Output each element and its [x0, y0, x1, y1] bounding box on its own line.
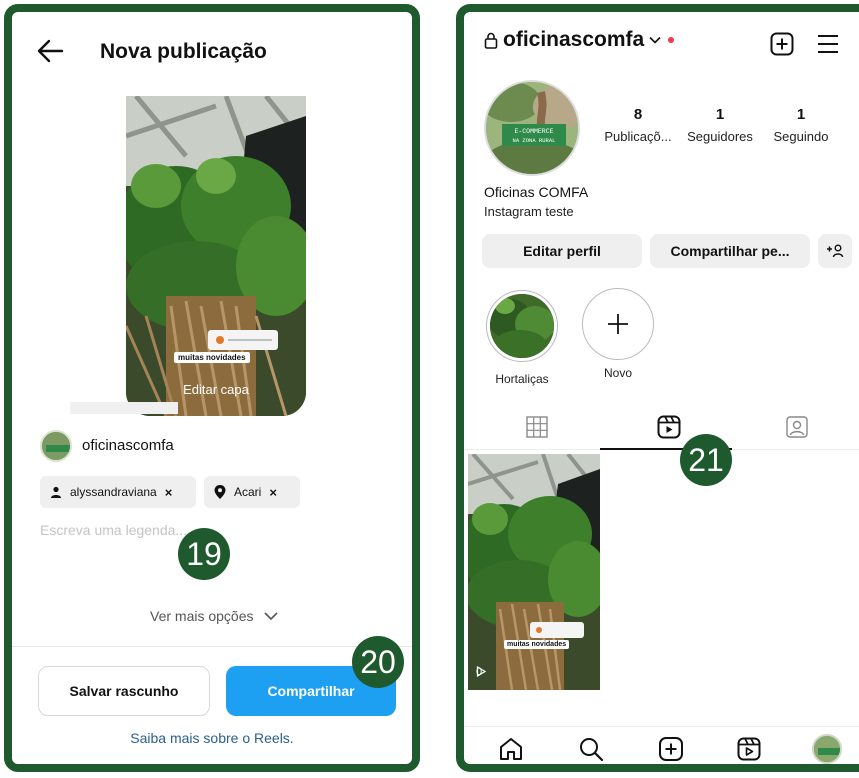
caption-input[interactable]: Escreva uma legenda...	[40, 522, 187, 538]
profile-username: oficinascomfa	[503, 28, 645, 51]
step-badge: 20	[352, 636, 404, 688]
stat-followers[interactable]: 1 Seguidores	[680, 106, 760, 144]
reel-sticker-text: muitas novidades	[504, 640, 570, 649]
arrow-left-icon[interactable]	[32, 34, 68, 68]
location-label: Acari	[234, 485, 262, 499]
plus-icon	[608, 314, 628, 334]
profile-name: Oficinas COMFA	[484, 184, 589, 200]
search-icon[interactable]	[578, 736, 604, 762]
cover-photo	[126, 96, 306, 416]
new-highlight[interactable]: Novo	[578, 288, 658, 380]
share-profile-button[interactable]: Compartilhar pe...	[650, 234, 810, 268]
reels-info-link[interactable]: Saiba mais sobre o Reels.	[12, 730, 412, 746]
cover-sticker	[208, 330, 278, 350]
home-icon[interactable]	[498, 736, 524, 762]
stat-label: Seguidores	[687, 129, 753, 144]
profile-tab-avatar[interactable]	[812, 734, 842, 764]
reel-view-count: 0	[476, 666, 486, 678]
step-badge: 21	[680, 434, 732, 486]
play-icon	[476, 666, 486, 677]
chevron-down-icon	[649, 36, 661, 44]
chevron-down-icon	[263, 611, 278, 620]
stat-label: Publicaçõ...	[604, 129, 672, 144]
stat-value: 1	[715, 106, 725, 123]
location-chip[interactable]: Acari ×	[204, 476, 300, 508]
new-highlight-ring	[582, 288, 654, 360]
remove-tag-icon[interactable]: ×	[165, 485, 173, 500]
cover-sticker-text: muitas novidades	[174, 352, 250, 363]
reel-thumbnail-photo	[468, 454, 600, 690]
discover-people-button[interactable]	[818, 234, 852, 268]
reel-sticker	[530, 622, 584, 638]
step-badge: 19	[178, 528, 230, 580]
tagged-tab-icon[interactable]	[784, 414, 810, 440]
profile-avatar[interactable]: E-COMMERCE NA ZONA RURAL	[484, 80, 580, 176]
profile-bio: Instagram teste	[484, 204, 574, 219]
reel-cover-preview[interactable]: muitas novidades Editar capa	[126, 96, 306, 416]
add-person-icon	[827, 244, 844, 258]
create-post-icon[interactable]	[770, 32, 794, 56]
edit-profile-button[interactable]: Editar perfil	[482, 234, 642, 268]
stat-label: Seguindo	[773, 129, 829, 144]
reel-thumbnail[interactable]: muitas novidades 0	[468, 454, 600, 690]
placeholder-bar	[70, 402, 178, 414]
more-options-label: Ver mais opções	[150, 608, 254, 624]
stat-following[interactable]: 1 Seguindo	[766, 106, 836, 144]
more-options-toggle[interactable]: Ver mais opções	[150, 608, 278, 624]
hamburger-menu-icon[interactable]	[816, 32, 840, 56]
person-icon	[51, 486, 61, 498]
highlight-label: Hortaliças	[495, 372, 549, 386]
stat-value: 1	[796, 106, 806, 123]
highlight-ring	[486, 290, 558, 362]
story-highlight[interactable]: Hortaliças	[482, 290, 562, 386]
location-pin-icon	[214, 485, 226, 499]
reels-tab-icon[interactable]	[656, 414, 682, 440]
grid-tab-icon[interactable]	[524, 414, 550, 440]
save-draft-button[interactable]: Salvar rascunho	[38, 666, 210, 716]
divider	[12, 646, 412, 647]
profile-screen: oficinascomfa E-COMMERCE NA ZONA RURAL 8…	[456, 4, 859, 772]
reels-icon[interactable]	[736, 736, 762, 762]
svg-text:NA ZONA RURAL: NA ZONA RURAL	[513, 137, 556, 144]
create-icon[interactable]	[658, 736, 684, 762]
new-post-screen: Nova publicação muitas novidades Editar …	[4, 4, 420, 772]
notification-dot	[668, 37, 675, 43]
lock-icon	[484, 32, 498, 49]
divider	[464, 726, 859, 727]
highlight-label: Novo	[603, 366, 632, 380]
remove-location-icon[interactable]: ×	[269, 485, 277, 500]
tagged-person-chip[interactable]: alyssandraviana ×	[40, 476, 196, 508]
account-username: oficinascomfa	[82, 437, 174, 454]
stat-posts[interactable]: 8 Publicaçõ...	[598, 106, 678, 144]
account-switcher[interactable]: oficinascomfa	[484, 28, 675, 52]
stat-value: 8	[633, 106, 643, 123]
edit-cover-button[interactable]: Editar capa	[126, 382, 306, 397]
tagged-person-label: alyssandraviana	[70, 485, 157, 499]
avatar	[40, 430, 72, 462]
svg-text:E-COMMERCE: E-COMMERCE	[514, 128, 553, 135]
highlight-cover	[490, 294, 554, 358]
page-title: Nova publicação	[100, 40, 267, 63]
